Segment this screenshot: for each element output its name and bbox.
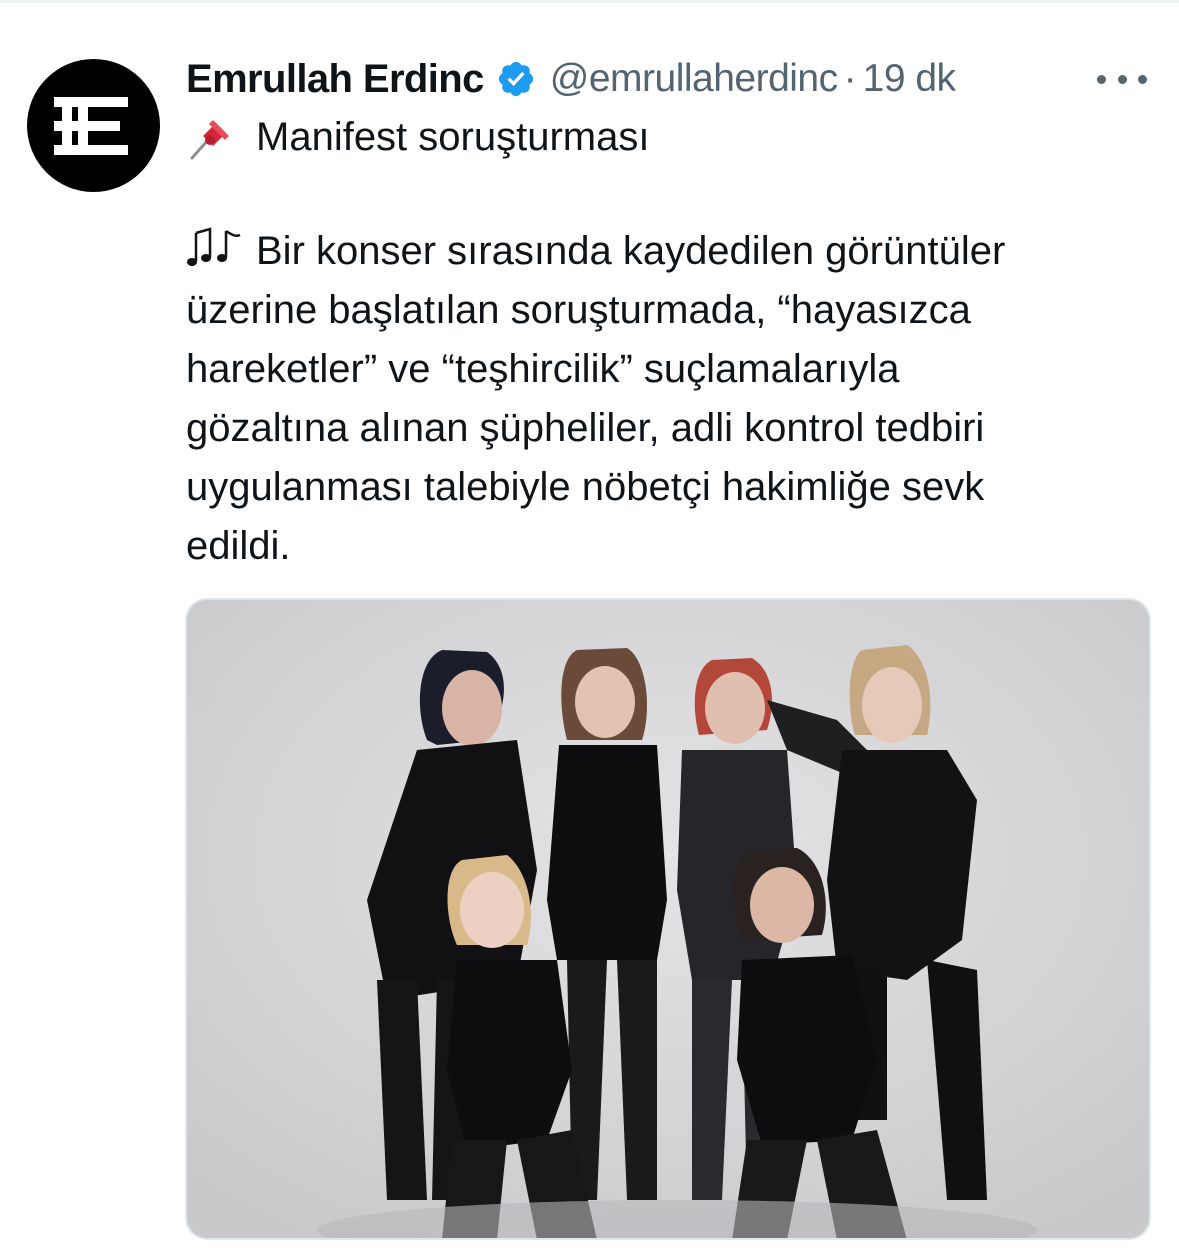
tweet-body-line-3: hareketler” ve “teşhircilik” suçlamaları… (186, 347, 900, 391)
more-horizontal-icon (1097, 74, 1106, 84)
author-display-name[interactable]: Emrullah Erdinc (186, 57, 484, 102)
tweet-subject-line: Manifest soruşturması (186, 112, 649, 162)
tweet-body-line-2: üzerine başlatılan soruşturmada, “hayası… (186, 288, 971, 332)
top-divider (0, 0, 1179, 3)
more-dot (1138, 74, 1147, 84)
tweet-subject: Manifest soruşturması (256, 114, 650, 159)
avatar-logo-icon (53, 96, 128, 155)
group-photo (187, 600, 1149, 1238)
pushpin-emoji (190, 120, 229, 160)
tweet-text-line: Bir konser sırasında kaydedilen görüntül… (186, 222, 1146, 281)
tweet-header: Emrullah Erdinc @emrullaherdinc · 19 dk (186, 56, 956, 102)
musical-notes-emoji (187, 227, 241, 267)
tweet-media-image[interactable] (185, 598, 1151, 1240)
separator-dot: · (843, 57, 857, 100)
tweet-body-line-1: Bir konser sırasında kaydedilen görüntül… (256, 229, 1006, 273)
tweet-text: Bir konser sırasında kaydedilen görüntül… (186, 222, 1146, 576)
tweet-body-line-4: gözaltına alınan şüpheliler, adli kontro… (186, 406, 985, 450)
verified-badge-icon (496, 59, 536, 99)
author-handle[interactable]: @emrullaherdinc (550, 57, 838, 101)
more-options-button[interactable] (1097, 64, 1147, 94)
tweet-timestamp[interactable]: 19 dk (863, 57, 956, 101)
tweet-body-line-6: edildi. (186, 524, 291, 568)
more-dot (1117, 74, 1127, 84)
author-avatar[interactable] (27, 59, 160, 192)
tweet-body-line-5: uygulanması talebiyle nöbetçi hakimliğe … (186, 465, 985, 509)
